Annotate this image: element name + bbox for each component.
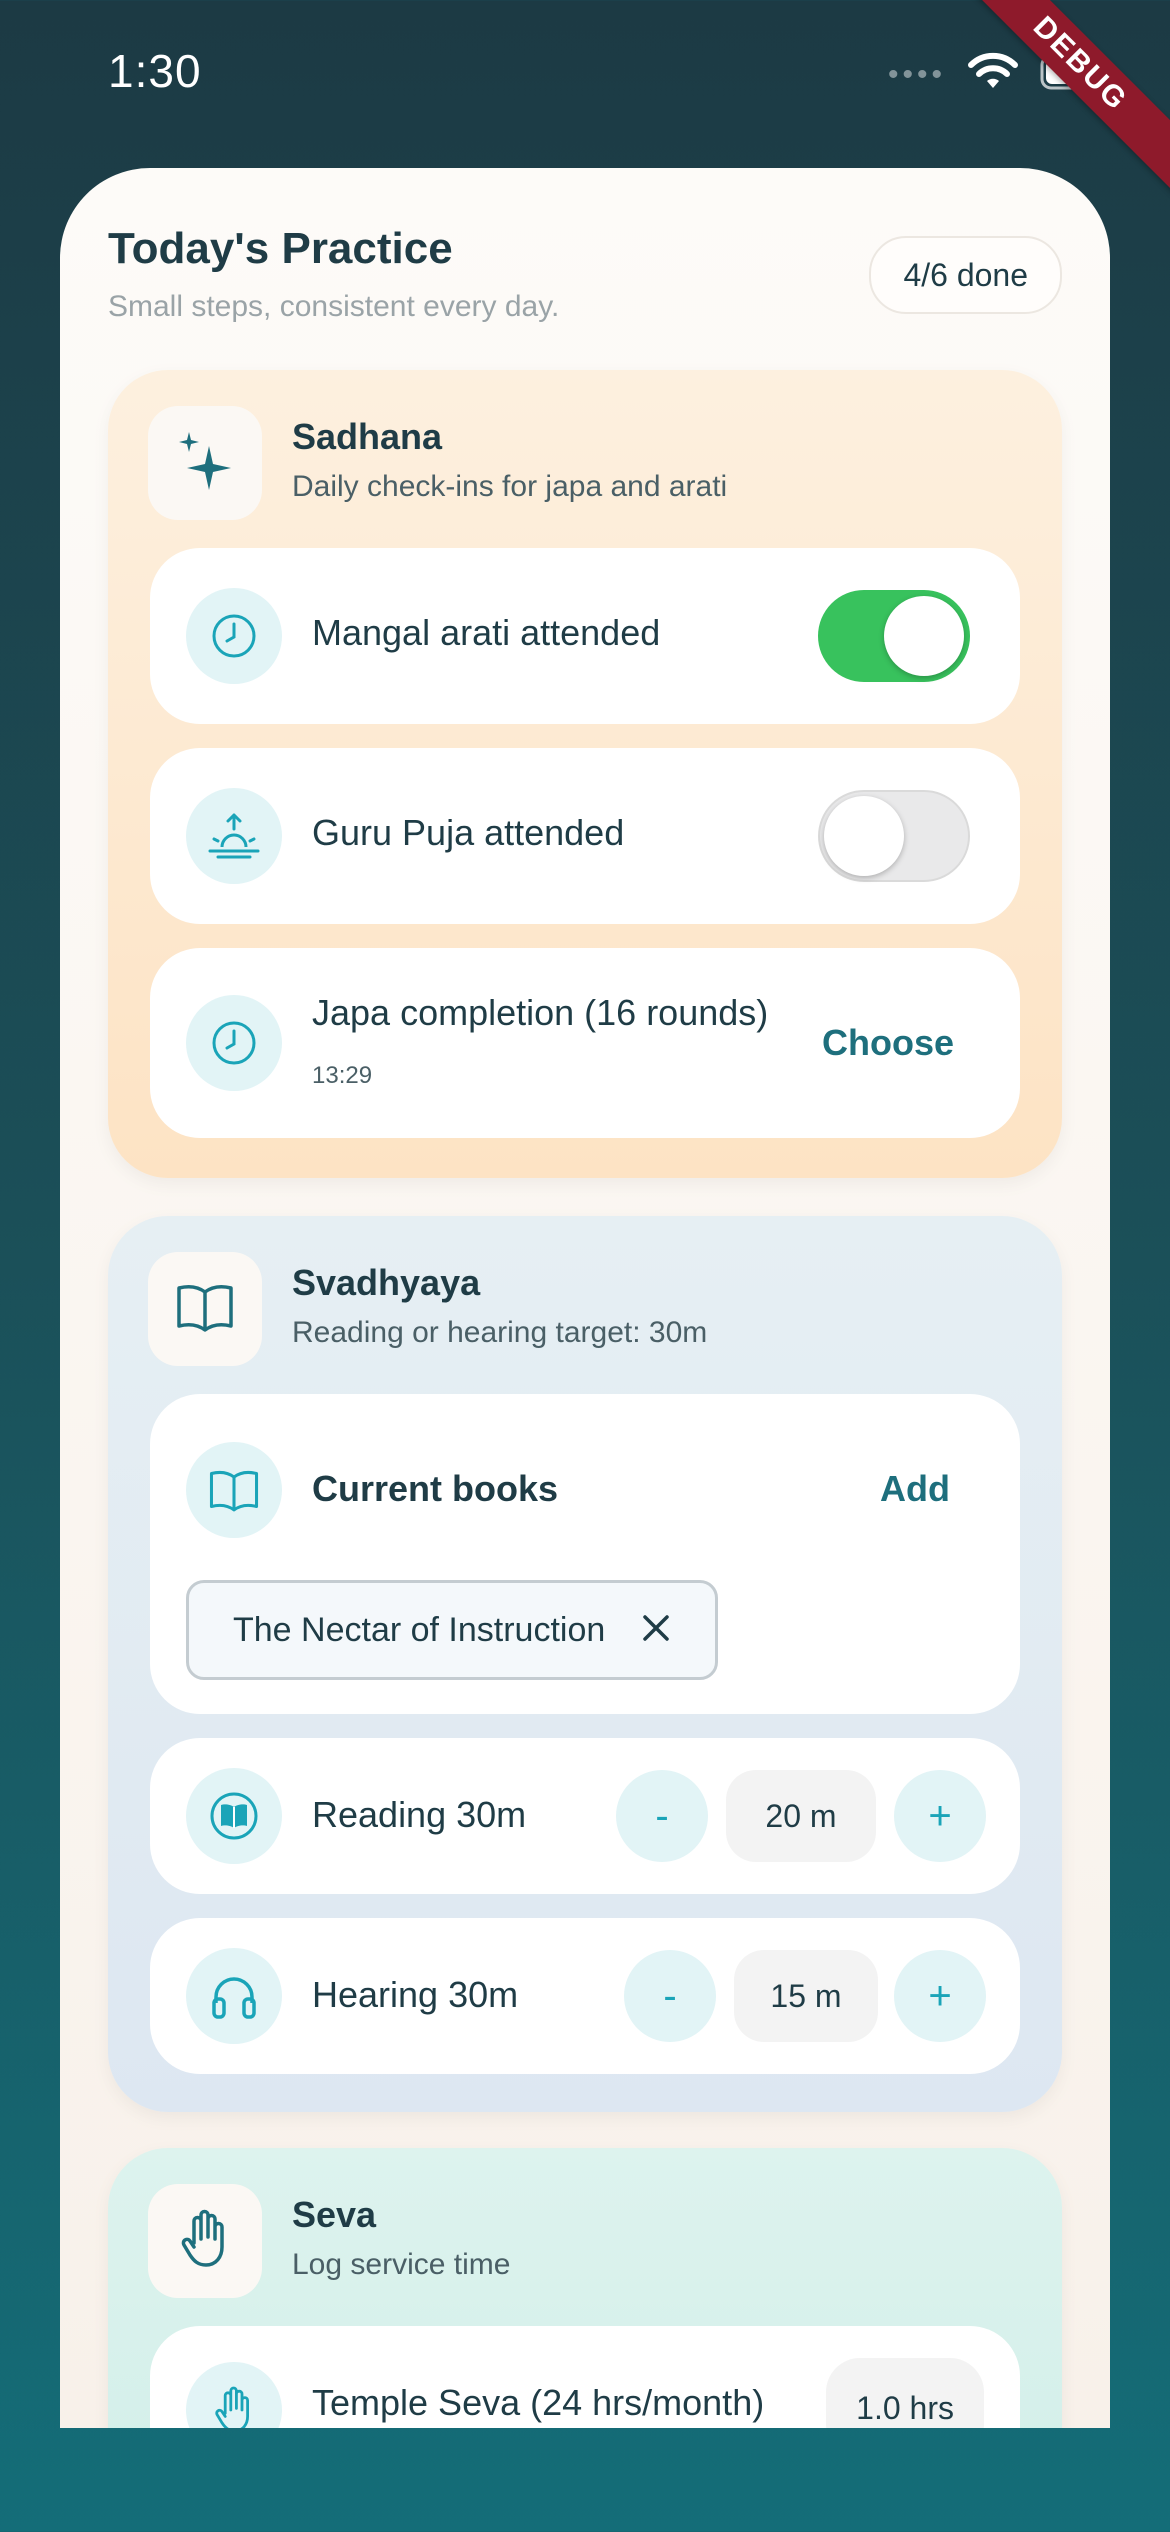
clock-icon bbox=[186, 995, 282, 1091]
svadhyaya-icon-tile bbox=[148, 1252, 262, 1366]
svadhyaya-title: Svadhyaya bbox=[292, 1262, 481, 1303]
sadhana-section: Sadhana Daily check-ins for japa and ara… bbox=[108, 370, 1062, 1178]
guru-puja-row[interactable]: Guru Puja attended bbox=[150, 748, 1020, 924]
mangal-arati-label: Mangal arati attended bbox=[312, 612, 661, 653]
seva-icon-tile bbox=[148, 2184, 262, 2298]
book-chip: The Nectar of Instruction bbox=[186, 1580, 719, 1680]
practice-card: Today's Practice Small steps, consistent… bbox=[60, 168, 1110, 2428]
sadhana-icon-tile bbox=[148, 406, 262, 520]
japa-label: Japa completion (16 rounds) bbox=[312, 992, 769, 1033]
japa-time: 13:29 bbox=[312, 1062, 373, 1089]
current-books-title: Current books bbox=[312, 1468, 559, 1509]
debug-banner: DEBUG bbox=[949, 0, 1170, 195]
svadhyaya-subtitle: Reading or hearing target: 30m bbox=[292, 1316, 708, 1349]
temple-seva-label: Temple Seva (24 hrs/month) bbox=[312, 2382, 765, 2423]
page-title: Today's Practice bbox=[108, 224, 453, 273]
sunrise-icon bbox=[186, 788, 282, 884]
hearing-label: Hearing 30m bbox=[312, 1974, 519, 2015]
book-icon bbox=[186, 1442, 282, 1538]
clock-icon bbox=[186, 588, 282, 684]
page-subtitle: Small steps, consistent every day. bbox=[108, 290, 560, 323]
book-icon bbox=[175, 1282, 235, 1337]
reading-row: Reading 30m - 20 m + bbox=[150, 1738, 1020, 1894]
hand-icon bbox=[186, 2362, 282, 2428]
temple-seva-value[interactable]: 1.0 hrs bbox=[826, 2358, 984, 2428]
hearing-value: 15 m bbox=[734, 1950, 878, 2042]
book-chip-label: The Nectar of Instruction bbox=[233, 1610, 606, 1649]
guru-puja-label: Guru Puja attended bbox=[312, 812, 625, 853]
reading-increment-button[interactable]: + bbox=[894, 1770, 986, 1862]
toggle-knob bbox=[824, 796, 904, 876]
headphones-icon bbox=[186, 1948, 282, 2044]
japa-row: Japa completion (16 rounds) 13:29 Choose bbox=[150, 948, 1020, 1138]
mangal-arati-row[interactable]: Mangal arati attended bbox=[150, 548, 1020, 724]
sparkle-icon bbox=[175, 428, 235, 499]
hand-icon bbox=[180, 2209, 230, 2274]
hearing-increment-button[interactable]: + bbox=[894, 1950, 986, 2042]
mangal-arati-toggle[interactable] bbox=[818, 590, 970, 682]
reading-label: Reading 30m bbox=[312, 1794, 527, 1835]
signal-icon: •••• bbox=[887, 57, 946, 91]
sadhana-subtitle: Daily check-ins for japa and arati bbox=[292, 470, 728, 503]
current-books-card: Current books Add The Nectar of Instruct… bbox=[150, 1394, 1020, 1714]
seva-subtitle: Log service time bbox=[292, 2248, 511, 2281]
sadhana-title: Sadhana bbox=[292, 416, 443, 457]
wifi-icon bbox=[968, 52, 1018, 97]
hearing-decrement-button[interactable]: - bbox=[624, 1950, 716, 2042]
close-icon[interactable] bbox=[641, 1613, 671, 1648]
choose-button[interactable]: Choose bbox=[822, 1022, 954, 1064]
guru-puja-toggle[interactable] bbox=[818, 790, 970, 882]
add-book-button[interactable]: Add bbox=[880, 1468, 950, 1510]
progress-badge: 4/6 done bbox=[869, 236, 1062, 314]
hearing-row: Hearing 30m - 15 m + bbox=[150, 1918, 1020, 2074]
seva-section: Seva Log service time Temple Seva (24 hr… bbox=[108, 2148, 1062, 2428]
temple-seva-row: Temple Seva (24 hrs/month) 1.0 hrs bbox=[150, 2326, 1020, 2428]
reading-value: 20 m bbox=[726, 1770, 876, 1862]
svadhyaya-section: Svadhyaya Reading or hearing target: 30m… bbox=[108, 1216, 1062, 2112]
reading-decrement-button[interactable]: - bbox=[616, 1770, 708, 1862]
seva-title: Seva bbox=[292, 2194, 377, 2235]
status-time: 1:30 bbox=[108, 45, 202, 97]
reading-icon bbox=[186, 1768, 282, 1864]
toggle-knob bbox=[884, 596, 964, 676]
